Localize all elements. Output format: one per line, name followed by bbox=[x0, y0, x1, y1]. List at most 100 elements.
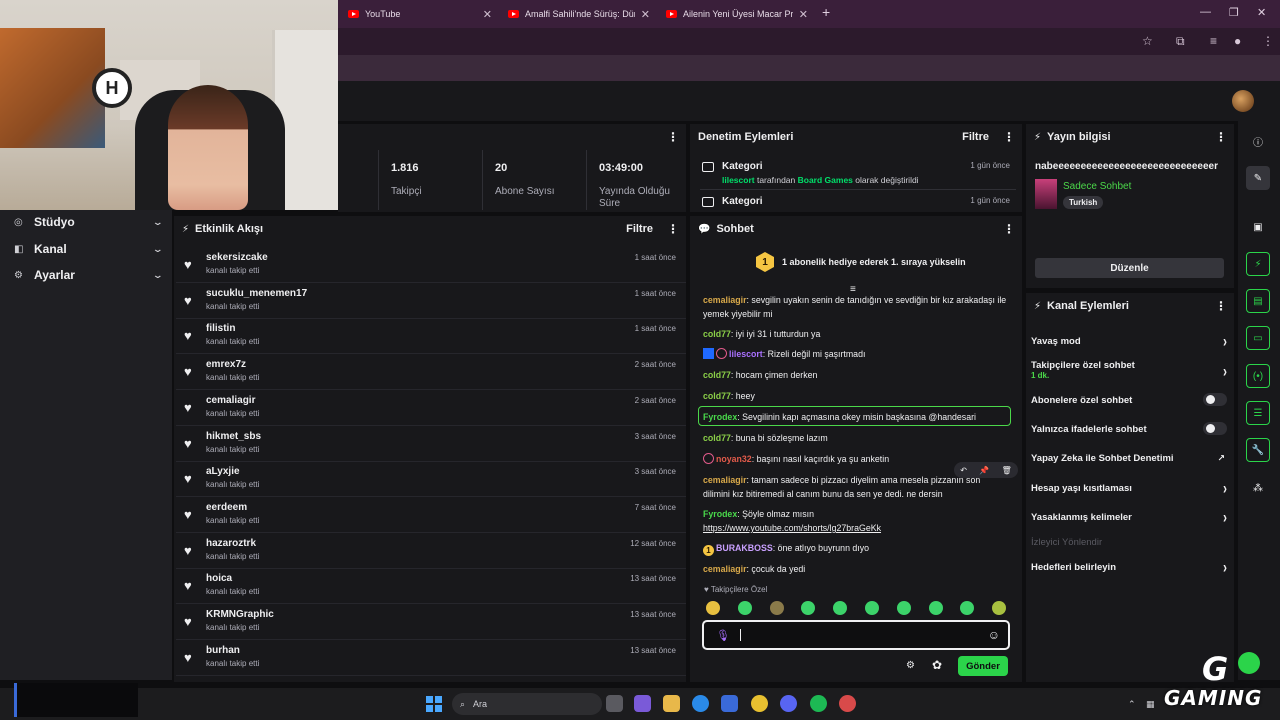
action-ai-moderation[interactable]: Yapay Zeka ile Sohbet Denetimi ↗ bbox=[1031, 453, 1227, 464]
browser-tab-youtube[interactable]: YouTube ✕ bbox=[340, 3, 500, 25]
activity-item[interactable]: ♥ filistin kanalı takip etti 1 saat önce bbox=[176, 319, 686, 355]
wrench-icon[interactable]: 🔧 bbox=[1246, 438, 1270, 462]
activity-user[interactable]: hoica bbox=[206, 573, 232, 584]
chat-input[interactable]: 🎙 ☺ bbox=[702, 620, 1010, 650]
chat-username[interactable]: cemaliagir bbox=[703, 295, 747, 305]
chat-username[interactable]: cemaliagir bbox=[703, 564, 747, 574]
chat-link[interactable]: https://www.youtube.com/shorts/lg27braGe… bbox=[703, 523, 881, 533]
activity-user[interactable]: eerdeem bbox=[206, 502, 247, 513]
chat-username[interactable]: Fyrodex bbox=[703, 509, 737, 519]
activity-item[interactable]: ♥ burhan kanalı takip etti 13 saat önce bbox=[176, 641, 686, 676]
activity-item[interactable]: ♥ cemaliagir kanalı takip etti 2 saat önce bbox=[176, 391, 686, 426]
chat-username[interactable]: cold77 bbox=[703, 370, 731, 380]
panel-layout-icon[interactable]: ▣ bbox=[1246, 215, 1270, 239]
chat-username[interactable]: cold77 bbox=[703, 391, 731, 401]
channel-points-icon[interactable]: ✿ bbox=[932, 658, 942, 672]
sidebar-item-kanal[interactable]: ◧ Kanal ⌄ bbox=[14, 239, 164, 259]
chat-message-icon[interactable]: ▭ bbox=[1246, 326, 1270, 350]
new-tab-icon[interactable]: + bbox=[822, 4, 830, 20]
activity-user[interactable]: emrex7z bbox=[206, 359, 246, 370]
media-icon[interactable]: ≡ bbox=[1210, 34, 1217, 48]
activity-user[interactable]: aLyxjie bbox=[206, 466, 240, 477]
reply-icon[interactable]: ↶ bbox=[960, 466, 967, 475]
discord-icon[interactable] bbox=[780, 695, 797, 712]
action-account-age[interactable]: Hesap yaşı kısıtlaması › bbox=[1031, 478, 1227, 498]
close-window-icon[interactable]: ✕ bbox=[1257, 6, 1266, 19]
edge-icon[interactable] bbox=[692, 695, 709, 712]
chat-username[interactable]: lilescort bbox=[729, 349, 763, 359]
subscriber-chat-toggle[interactable] bbox=[1203, 393, 1227, 406]
chat-message[interactable]: cold77: hocam çimen derken bbox=[703, 368, 1009, 382]
chat-username[interactable]: cold77 bbox=[703, 433, 731, 443]
activity-item[interactable]: ♥ hikmet_sbs kanalı takip etti 3 saat önce bbox=[176, 427, 686, 462]
stack-icon[interactable]: ☰ bbox=[1246, 401, 1270, 425]
chat-username[interactable]: cemaliagir bbox=[703, 475, 747, 485]
browser-menu-icon[interactable]: ⋮ bbox=[1262, 34, 1274, 48]
broadcast-icon[interactable]: (•) bbox=[1246, 364, 1270, 388]
action-subscriber-chat[interactable]: Abonelere özel sohbet bbox=[1031, 393, 1227, 406]
minimize-icon[interactable]: — bbox=[1200, 6, 1211, 18]
extensions-dots-icon[interactable]: ⁂ bbox=[1246, 476, 1270, 500]
chat-message[interactable]: cold77: iyi iyi 31 i tutturdun ya bbox=[703, 327, 1009, 341]
info-icon[interactable]: ⓘ bbox=[1246, 129, 1270, 153]
filter-button[interactable]: Filtre bbox=[962, 131, 989, 143]
more-options-icon[interactable]: ⋮ bbox=[1215, 299, 1227, 313]
activity-item[interactable]: ♥ hazaroztrk kanalı takip etti 12 saat önce bbox=[176, 534, 686, 569]
maximize-icon[interactable]: ❐ bbox=[1229, 6, 1239, 19]
obs-icon[interactable] bbox=[839, 695, 856, 712]
user-avatar[interactable] bbox=[1232, 90, 1254, 112]
activity-item[interactable]: ♥ emrex7z kanalı takip etti 2 saat önce bbox=[176, 355, 686, 391]
profile-icon[interactable]: ● bbox=[1234, 34, 1241, 48]
stream-tag[interactable]: Turkish bbox=[1063, 196, 1104, 209]
activity-item[interactable]: ♥ eerdeem kanalı takip etti 7 saat önce bbox=[176, 498, 686, 533]
store-icon[interactable] bbox=[721, 695, 738, 712]
pin-message-icon[interactable]: 📌 bbox=[979, 466, 989, 475]
activity-user[interactable]: hazaroztrk bbox=[206, 538, 256, 549]
close-icon[interactable]: ✕ bbox=[799, 8, 808, 21]
action-emote-chat[interactable]: Yalnızca ifadelerle sohbet bbox=[1031, 422, 1227, 435]
close-icon[interactable]: ✕ bbox=[641, 8, 650, 21]
chrome-icon[interactable] bbox=[751, 695, 768, 712]
activity-item[interactable]: ♥ hoica kanalı takip etti 13 saat önce bbox=[176, 569, 686, 605]
send-button[interactable]: Gönder bbox=[958, 656, 1008, 676]
filter-button[interactable]: Filtre bbox=[626, 223, 653, 235]
emote-icon[interactable] bbox=[706, 601, 720, 615]
edit-button[interactable]: Düzenle bbox=[1035, 258, 1224, 278]
chat-username[interactable]: Fyrodex bbox=[703, 412, 737, 422]
chat-username[interactable]: cold77 bbox=[703, 329, 731, 339]
emote-icon[interactable] bbox=[896, 601, 911, 615]
microphone-icon[interactable]: 🎙 bbox=[716, 629, 730, 642]
sub-gift-goal[interactable]: 1 1 abonelik hediye ederek 1. sıraya yük… bbox=[756, 252, 966, 272]
task-view-icon[interactable] bbox=[606, 695, 623, 712]
activity-user[interactable]: cemaliagir bbox=[206, 395, 255, 406]
emote-icon[interactable] bbox=[737, 601, 752, 615]
chat-username[interactable]: BURAKBOSS bbox=[716, 543, 773, 553]
more-options-icon[interactable]: ⋮ bbox=[667, 130, 679, 144]
activity-user[interactable]: sekersizcake bbox=[206, 252, 268, 263]
action-slow-mode[interactable]: Yavaş mod › bbox=[1031, 331, 1227, 351]
chat-message[interactable]: Fyrodex: Şöyle olmaz mısın https://www.yo… bbox=[703, 507, 1009, 535]
delete-icon[interactable]: 🗑 bbox=[1002, 466, 1012, 475]
activity-user[interactable]: hikmet_sbs bbox=[206, 431, 261, 442]
more-options-icon[interactable]: ⋮ bbox=[1003, 130, 1015, 144]
emote-chat-toggle[interactable] bbox=[1203, 422, 1227, 435]
windows-start-icon[interactable] bbox=[426, 696, 442, 712]
tray-app-icon[interactable]: ▦ bbox=[1146, 699, 1155, 710]
activity-user[interactable]: sucuklu_menemen17 bbox=[206, 288, 307, 299]
spotify-icon[interactable] bbox=[810, 695, 827, 712]
chat-settings-icon[interactable]: ⚙ bbox=[906, 660, 915, 671]
close-icon[interactable]: ✕ bbox=[483, 8, 492, 21]
chat-message[interactable]: cold77: heey bbox=[703, 389, 1009, 403]
edit-pencil-icon[interactable]: ✎ bbox=[1246, 166, 1270, 190]
activity-item[interactable]: ♥ KRMNGraphic kanalı takip etti 13 saat önc… bbox=[176, 605, 686, 640]
action-banned-words[interactable]: Yasaklanmış kelimeler › bbox=[1031, 507, 1227, 527]
clip-icon[interactable]: ▤ bbox=[1246, 289, 1270, 313]
action-set-goals[interactable]: Hedefleri belirleyin › bbox=[1031, 557, 1227, 577]
activity-item[interactable]: ♥ aLyxjie kanalı takip etti 3 saat önce bbox=[176, 462, 686, 498]
chat-message[interactable]: lilescort: Rizeli değil mi şaşırtmadı bbox=[703, 347, 1009, 361]
emoji-icon[interactable]: ☺ bbox=[988, 628, 1000, 642]
sidebar-item-studyo[interactable]: ◎ Stüdyo ⌄ bbox=[14, 212, 164, 232]
chat-message[interactable]: cold77: buna bi sözleşme lazım bbox=[703, 431, 1009, 445]
more-options-icon[interactable]: ⋮ bbox=[667, 222, 679, 236]
activity-item[interactable]: ♥ sekersizcake kanalı takip etti 1 saat önc… bbox=[176, 248, 686, 283]
